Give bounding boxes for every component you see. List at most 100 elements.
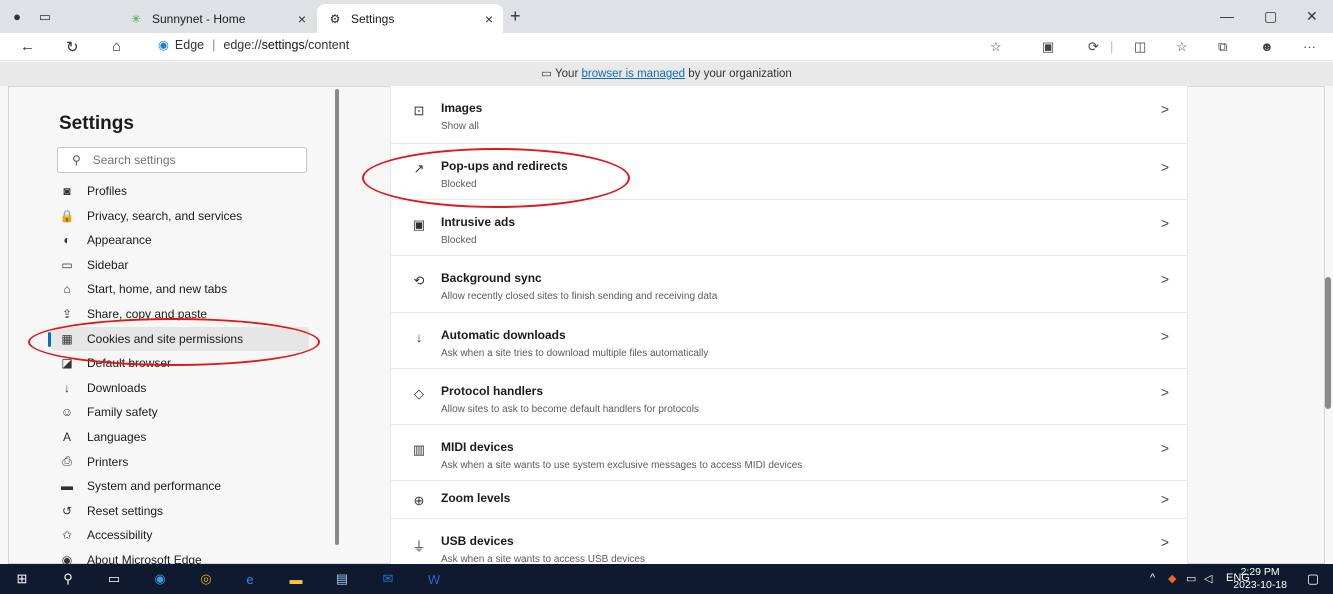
- clock[interactable]: 2:29 PM 2023-10-18: [1233, 566, 1287, 592]
- permission-row[interactable]: ⊡ Images Show all >: [391, 86, 1187, 144]
- split-screen-icon[interactable]: ◫: [1134, 39, 1146, 55]
- close-window-button[interactable]: ✕: [1306, 8, 1318, 25]
- sidebar-item[interactable]: ⌂ Start, home, and new tabs: [51, 277, 309, 301]
- notepad-icon[interactable]: ▤: [332, 569, 352, 589]
- main-scrollbar[interactable]: [1325, 277, 1331, 409]
- permission-title: MIDI devices: [441, 440, 514, 454]
- word-icon[interactable]: W: [424, 569, 444, 589]
- task-view-icon[interactable]: ▭: [104, 569, 124, 589]
- sidebar-item-label: Accessibility: [87, 528, 153, 543]
- new-tab-button[interactable]: +: [510, 6, 521, 27]
- minimize-button[interactable]: —: [1220, 8, 1234, 24]
- sidebar-item[interactable]: ✩ Accessibility: [51, 523, 309, 547]
- tab-settings[interactable]: ⚙ Settings ×: [317, 4, 503, 33]
- toolbar-divider: |: [1110, 39, 1114, 54]
- search-box[interactable]: ⚲: [57, 147, 307, 173]
- edge-app-icon[interactable]: ◉: [150, 569, 170, 589]
- system-icon: ▬: [61, 479, 73, 494]
- search-icon[interactable]: ⚲: [58, 569, 78, 589]
- tray-app-icon[interactable]: ◆: [1168, 572, 1176, 585]
- app-icon[interactable]: ▣: [1042, 39, 1054, 55]
- cookies-icon: ▦: [61, 331, 73, 346]
- sidebar-item[interactable]: ▭ Sidebar: [51, 253, 309, 277]
- profile-icon[interactable]: ●: [6, 6, 28, 28]
- search-icon: ⚲: [72, 153, 81, 167]
- download-icon: ↓: [415, 330, 423, 345]
- sidebar-item-label: Share, copy and paste: [87, 307, 208, 321]
- sidebar-item-label: Sidebar: [87, 257, 129, 272]
- permission-row[interactable]: ⊕ Zoom levels >: [391, 481, 1187, 519]
- refresh-icon[interactable]: ↻: [66, 38, 79, 56]
- settings-content: Settings ⚲ ◙ Profiles 🔒 Privacy, search, an…: [8, 86, 1331, 567]
- tray-chevron-icon[interactable]: ^: [1150, 572, 1155, 584]
- sidebar-item-label: Downloads: [87, 380, 147, 395]
- file-explorer-icon[interactable]: ▬: [286, 569, 306, 589]
- sidebar-item-label: Privacy, search, and services: [87, 208, 243, 223]
- network-icon[interactable]: ▭: [1186, 572, 1196, 585]
- url-path: settings: [261, 37, 305, 52]
- back-arrow-icon[interactable]: ←: [20, 38, 35, 55]
- sidebar-item[interactable]: ▦ Cookies and site permissions: [48, 326, 309, 351]
- lock-icon: 🔒: [59, 208, 75, 223]
- sidebar-scrollbar[interactable]: [335, 89, 339, 545]
- midi-icon: ▥: [412, 442, 426, 457]
- permission-subtitle: Allow recently closed sites to finish se…: [441, 291, 718, 302]
- chevron-right-icon: >: [1160, 440, 1169, 456]
- clock-date: 2023-10-18: [1233, 579, 1287, 591]
- permission-row[interactable]: ⟲ Background sync Allow recently closed si…: [391, 256, 1187, 313]
- favorites-icon[interactable]: ☆: [1176, 39, 1188, 55]
- notifications-icon[interactable]: ▢: [1303, 569, 1323, 589]
- close-tab-button[interactable]: ×: [485, 11, 493, 27]
- volume-icon[interactable]: ◁: [1204, 572, 1212, 585]
- windows-start-icon[interactable]: ⊞: [12, 569, 32, 589]
- browser-managed-link[interactable]: browser is managed: [582, 68, 686, 80]
- outlook-icon[interactable]: ✉: [378, 569, 398, 589]
- url-prefix: edge://: [223, 37, 262, 52]
- url-separator: |: [212, 37, 216, 52]
- chevron-right-icon: >: [1160, 534, 1169, 550]
- permission-row[interactable]: ▣ Intrusive ads Blocked >: [391, 200, 1187, 256]
- sidebar-item[interactable]: 🔒 Privacy, search, and services: [51, 204, 309, 228]
- permission-row[interactable]: ◇ Protocol handlers Allow sites to ask to …: [391, 369, 1187, 425]
- sidebar-item[interactable]: ☺ Family safety: [51, 400, 309, 424]
- permission-title: Intrusive ads: [441, 215, 516, 229]
- family-icon: ☺: [60, 405, 74, 420]
- url-field[interactable]: ◉ Edge | edge://settings/content: [158, 37, 349, 53]
- favorite-star-icon[interactable]: ☆: [990, 39, 1002, 55]
- managed-text-before: Your: [555, 68, 579, 80]
- sidebar-item[interactable]: ▬ System and performance: [51, 474, 309, 498]
- chevron-right-icon: >: [1160, 271, 1169, 287]
- sidebar-item[interactable]: A Languages: [51, 425, 309, 449]
- sidebar-item[interactable]: ⇪ Share, copy and paste: [51, 302, 309, 326]
- share-icon: ⇪: [61, 307, 73, 321]
- permission-row[interactable]: ⏚ USB devices Ask when a site wants to acc…: [391, 519, 1187, 564]
- home-icon[interactable]: ⌂: [112, 38, 121, 55]
- ads-icon: ▣: [412, 217, 426, 232]
- tab-actions-icon[interactable]: ▭: [34, 6, 56, 28]
- tab-sunnynet-home[interactable]: ✳ Sunnynet - Home ×: [118, 4, 316, 33]
- chrome-icon[interactable]: ◎: [196, 569, 216, 589]
- extensions-icon[interactable]: ⟳: [1088, 39, 1099, 55]
- tab-title: Settings: [351, 11, 395, 26]
- tab-title: Sunnynet - Home: [152, 11, 246, 26]
- internet-explorer-icon[interactable]: e: [240, 569, 260, 589]
- collections-icon[interactable]: ⧉: [1218, 39, 1227, 55]
- permission-row[interactable]: ↗ Pop-ups and redirects Blocked >: [391, 144, 1187, 200]
- search-input[interactable]: [92, 153, 273, 167]
- more-menu-button[interactable]: ···: [1303, 39, 1316, 54]
- sidebar-item[interactable]: ◪ Default browser: [51, 351, 309, 375]
- sidebar-item[interactable]: ◙ Profiles: [51, 179, 309, 203]
- permission-row[interactable]: ▥ MIDI devices Ask when a site wants to us…: [391, 425, 1187, 481]
- sidebar-item[interactable]: ⎙ Printers: [51, 450, 309, 474]
- chevron-right-icon: >: [1160, 215, 1169, 231]
- permission-subtitle: Show all: [441, 121, 479, 132]
- permission-row[interactable]: ↓ Automatic downloads Ask when a site trie…: [391, 313, 1187, 369]
- profile-sync-icon[interactable]: ☻: [1260, 39, 1274, 54]
- sidebar-item-label: Default browser: [87, 356, 172, 371]
- restore-button[interactable]: ▢: [1264, 8, 1277, 25]
- sidebar-item[interactable]: ↓ Downloads: [51, 376, 309, 400]
- sidebar-item[interactable]: ◐ Appearance: [51, 228, 309, 252]
- permission-subtitle: Ask when a site tries to download multip…: [441, 348, 709, 359]
- close-tab-button[interactable]: ×: [298, 11, 306, 27]
- sidebar-item[interactable]: ↺ Reset settings: [51, 499, 309, 523]
